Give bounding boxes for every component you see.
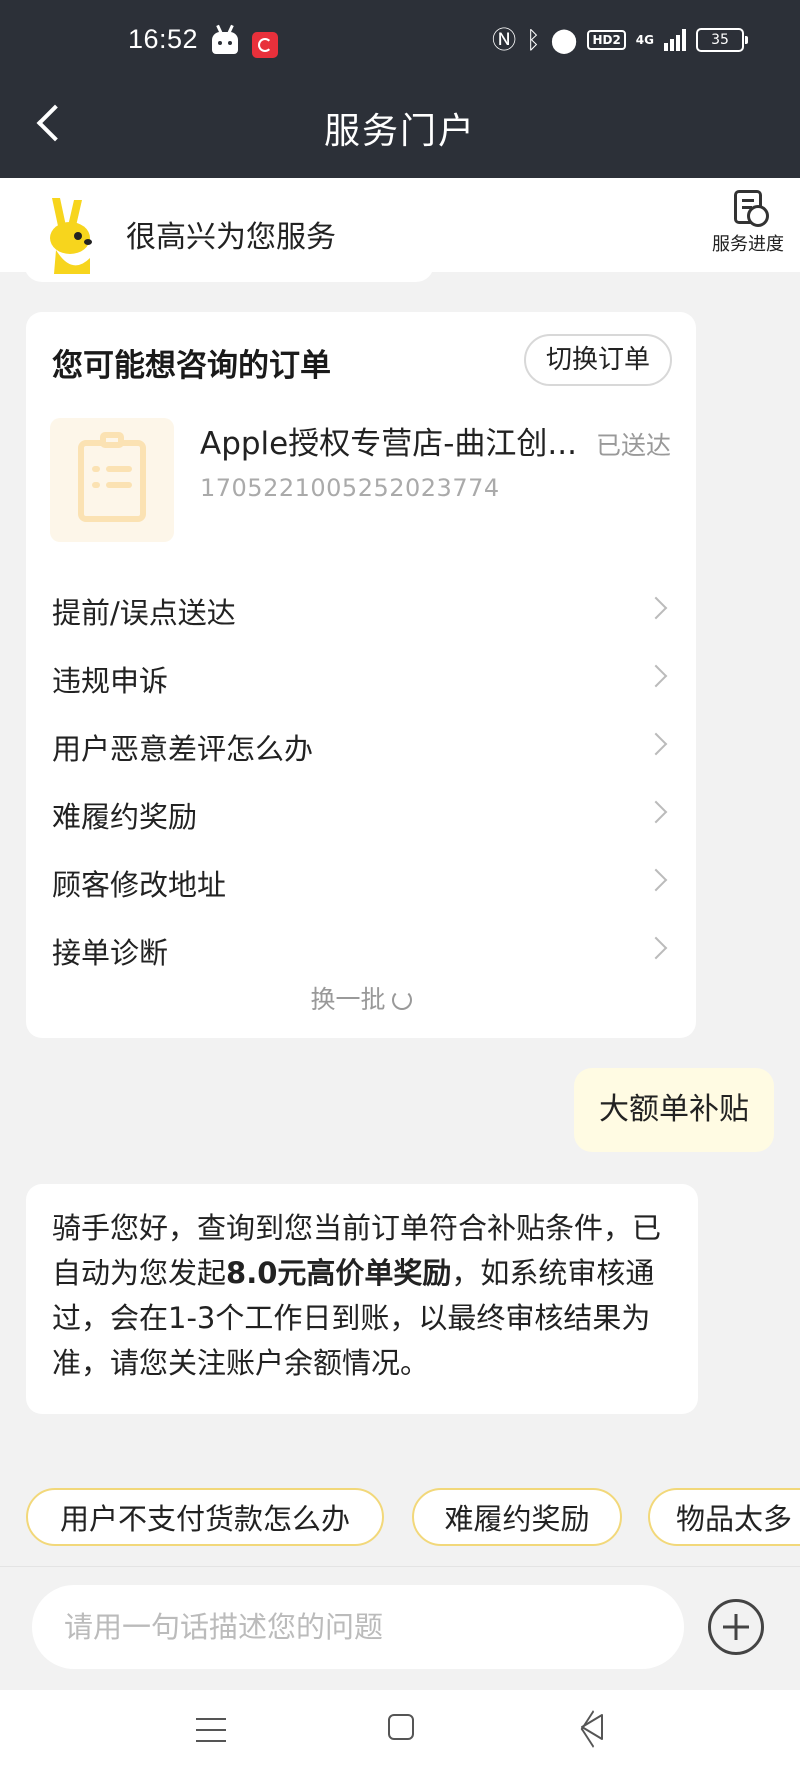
refresh-icon: [391, 990, 412, 1010]
question-input[interactable]: [32, 1585, 684, 1669]
order-id: 1705221005252023774: [200, 474, 500, 502]
refresh-batch-button[interactable]: 换一批: [26, 980, 696, 1016]
reply-highlight: 8.0元高价单奖励: [226, 1256, 452, 1290]
hd-icon: HD2: [587, 30, 626, 50]
status-time: 16:52: [128, 24, 199, 54]
status-icons: Ⓝ ᛒ ⬤ HD2 4G 35: [492, 26, 748, 54]
location-icon: ⬤: [550, 26, 578, 54]
quick-chip[interactable]: 难履约奖励: [412, 1488, 622, 1546]
reply-message-card: 骑手您好，查询到您当前订单符合补贴条件，已自动为您发起8.0元高价单奖励，如系统…: [26, 1184, 698, 1414]
quick-chip[interactable]: 用户不支付货款怎么办: [26, 1488, 384, 1546]
switch-order-button[interactable]: 切换订单: [524, 334, 672, 386]
chevron-right-icon: [644, 800, 668, 824]
faq-item-label: 顾客修改地址: [52, 868, 227, 902]
faq-item[interactable]: 提前/误点送达: [26, 582, 696, 642]
user-message-bubble: 大额单补贴: [574, 1068, 774, 1152]
page-title: 服务门户: [323, 111, 476, 152]
order-thumbnail: [50, 418, 174, 542]
robot-app-icon: [212, 24, 238, 54]
service-progress-button[interactable]: 服务进度: [702, 188, 794, 268]
nfc-icon: Ⓝ: [492, 26, 517, 54]
kangaroo-mascot-icon: [50, 198, 92, 274]
reply-text: 骑手您好，查询到您当前订单符合补贴条件，已自动为您发起8.0元高价单奖励，如系统…: [52, 1206, 672, 1386]
quick-chip[interactable]: 物品太多: [648, 1488, 800, 1546]
refresh-label: 换一批: [310, 985, 386, 1014]
clipboard-icon: [78, 432, 146, 522]
order-store-name[interactable]: Apple授权专营店-曲江创...: [200, 418, 590, 463]
system-nav-bar: [0, 1690, 800, 1787]
input-bar: [0, 1566, 800, 1691]
faq-item-label: 用户恶意差评怎么办: [52, 732, 314, 766]
chevron-right-icon: [644, 868, 668, 892]
bluetooth-icon: ᛒ: [526, 26, 541, 54]
order-card: 您可能想咨询的订单 切换订单 Apple授权专营店-曲江创... 已送达 170…: [26, 312, 696, 1038]
faq-item[interactable]: 用户恶意差评怎么办: [26, 718, 696, 778]
menu-icon[interactable]: [196, 1718, 226, 1742]
order-status: 已送达: [596, 431, 672, 460]
status-bar: 16:52 Ⓝ ᛒ ⬤ HD2 4G 35: [0, 0, 800, 72]
chevron-right-icon: [644, 596, 668, 620]
order-card-title: 您可能想咨询的订单: [52, 348, 331, 384]
faq-item-label: 提前/误点送达: [52, 596, 236, 630]
service-progress-label: 服务进度: [712, 234, 784, 255]
faq-item[interactable]: 违规申诉: [26, 650, 696, 710]
faq-item-label: 难履约奖励: [52, 800, 198, 834]
music-app-icon: [252, 32, 278, 58]
plus-icon[interactable]: [708, 1599, 764, 1655]
signal-icon: [664, 29, 686, 51]
chevron-right-icon: [644, 732, 668, 756]
battery-icon: 35: [696, 28, 748, 52]
faq-item[interactable]: 难履约奖励: [26, 786, 696, 846]
faq-item[interactable]: 顾客修改地址: [26, 854, 696, 914]
progress-document-icon: [734, 190, 769, 227]
greeting-bar: [0, 178, 800, 272]
home-icon[interactable]: [388, 1714, 414, 1740]
greeting-text: 很高兴为您服务: [126, 220, 336, 255]
chevron-right-icon: [644, 664, 668, 688]
faq-item-label: 接单诊断: [52, 936, 169, 970]
network-label: 4G: [635, 33, 654, 47]
chevron-right-icon: [644, 936, 668, 960]
app-header: 服务门户: [0, 72, 800, 178]
faq-item[interactable]: 接单诊断: [26, 922, 696, 982]
faq-item-label: 违规申诉: [52, 664, 169, 698]
